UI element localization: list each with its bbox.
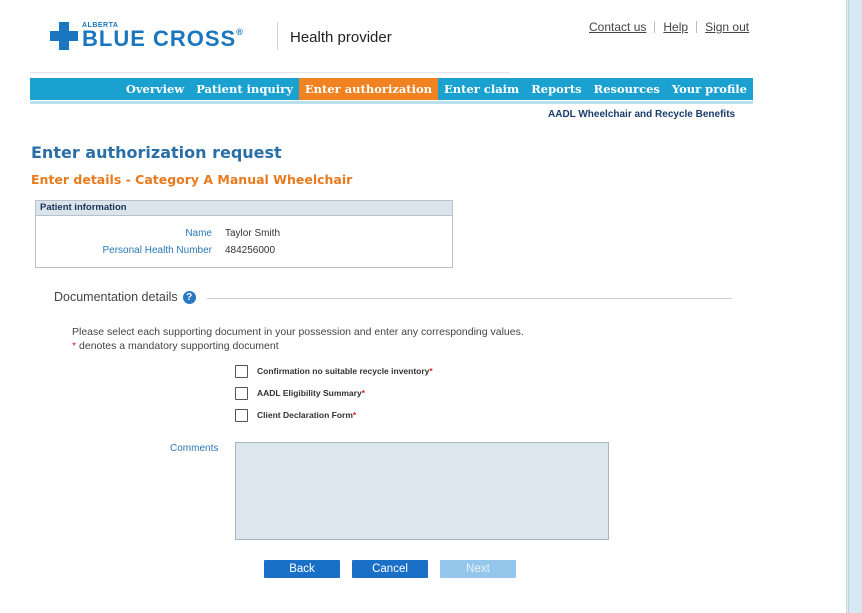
nav-underline xyxy=(30,101,753,104)
mandatory-star: * xyxy=(429,366,433,376)
phn-value: 484256000 xyxy=(225,245,276,256)
help-link[interactable]: Help xyxy=(663,20,688,34)
phn-label: Personal Health Number xyxy=(102,245,213,256)
main-nav: Overview Patient inquiry Enter authoriza… xyxy=(30,78,753,100)
program-name: AADL Wheelchair and Recycle Benefits xyxy=(548,109,736,120)
nav-item-overview[interactable]: Overview xyxy=(120,78,190,100)
patient-information-heading: Patient information xyxy=(36,201,452,216)
utility-links: Contact us Help Sign out xyxy=(589,20,749,34)
page-subtitle: Enter details - Category A Manual Wheelc… xyxy=(31,172,353,187)
app-title: Health provider xyxy=(290,29,392,46)
documentation-heading-text: Documentation details xyxy=(54,290,178,304)
patient-name-value: Taylor Smith xyxy=(225,228,281,239)
header-divider xyxy=(277,22,278,50)
help-icon[interactable]: ? xyxy=(182,290,196,304)
nav-item-enter-authorization[interactable]: Enter authorization xyxy=(298,78,439,100)
document-label: Client Declaration Form xyxy=(257,410,353,420)
nav-item-reports[interactable]: Reports xyxy=(525,78,587,100)
comments-label: Comments xyxy=(170,443,219,454)
patient-name-row: Name Taylor Smith xyxy=(36,228,452,244)
cancel-button[interactable]: Cancel xyxy=(352,560,428,578)
nav-item-your-profile[interactable]: Your profile xyxy=(666,78,753,100)
logo-big-text: BLUE CROSS® xyxy=(82,26,244,51)
sign-out-link[interactable]: Sign out xyxy=(705,20,749,34)
document-row-eligibility-summary: AADL Eligibility Summary * xyxy=(235,386,365,400)
header-rule xyxy=(30,72,510,73)
link-separator xyxy=(696,21,698,33)
contact-us-link[interactable]: Contact us xyxy=(589,20,646,34)
page: ALBERTA BLUE CROSS® Health provider Cont… xyxy=(0,0,847,613)
page-title: Enter authorization request xyxy=(31,143,282,162)
nav-item-resources[interactable]: Resources xyxy=(588,78,666,100)
alberta-blue-cross-logo[interactable]: ALBERTA BLUE CROSS® xyxy=(50,18,244,54)
back-button[interactable]: Back xyxy=(264,560,340,578)
document-label: Confirmation no suitable recycle invento… xyxy=(257,366,430,376)
documentation-instruction: Please select each supporting document i… xyxy=(72,326,524,338)
document-row-client-declaration: Client Declaration Form * xyxy=(235,408,356,422)
section-rule xyxy=(207,298,732,299)
documentation-details-heading: Documentation details ? xyxy=(54,290,196,304)
nav-item-patient-inquiry[interactable]: Patient inquiry xyxy=(190,78,299,100)
mandatory-star: * xyxy=(352,410,357,420)
next-button[interactable]: Next xyxy=(440,560,516,578)
mandatory-star: * xyxy=(361,388,366,398)
blue-cross-icon xyxy=(50,22,78,50)
patient-information-panel: Patient information Name Taylor Smith Pe… xyxy=(35,200,453,268)
patient-phn-row: Personal Health Number 484256000 xyxy=(36,245,452,261)
patient-name-label: Name xyxy=(185,228,212,239)
window-edge xyxy=(848,0,862,613)
document-label: AADL Eligibility Summary xyxy=(257,388,362,398)
document-row-recycle-inventory: Confirmation no suitable recycle invento… xyxy=(235,364,433,378)
checkbox-recycle-inventory[interactable] xyxy=(235,364,248,378)
checkbox-eligibility-summary[interactable] xyxy=(235,386,248,400)
checkbox-client-declaration[interactable] xyxy=(235,408,248,422)
comments-textarea[interactable] xyxy=(235,442,609,540)
nav-item-enter-claim[interactable]: Enter claim xyxy=(438,78,525,100)
link-separator xyxy=(654,21,656,33)
mandatory-note: * denotes a mandatory supporting documen… xyxy=(72,340,279,352)
